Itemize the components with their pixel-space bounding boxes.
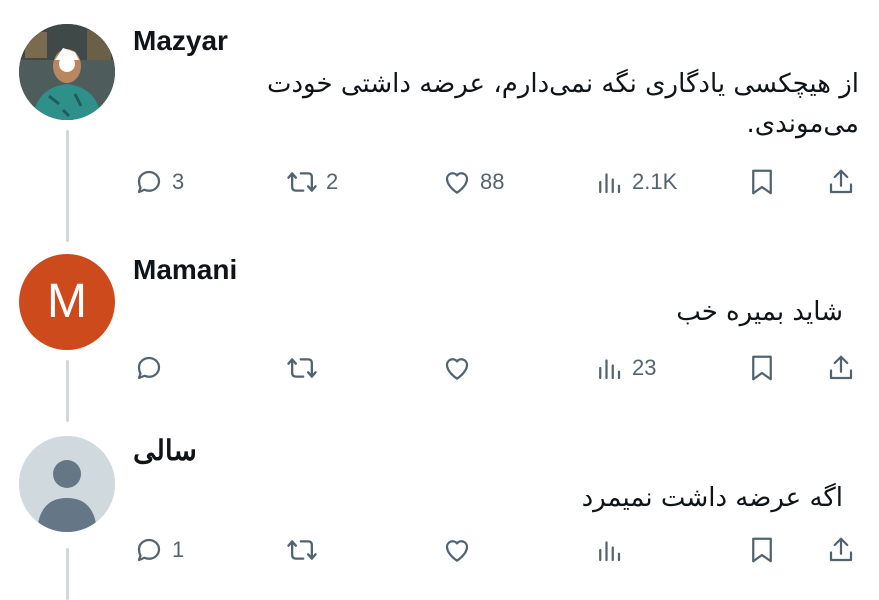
- views-chart-icon: [599, 359, 621, 380]
- tweet-text: اگه عرضه داشت نمیمرد: [582, 478, 843, 518]
- views-button[interactable]: 2.1K: [594, 162, 677, 202]
- share-icon: [829, 537, 853, 562]
- reply-button[interactable]: [134, 348, 172, 388]
- avatar-default[interactable]: [19, 436, 115, 532]
- reply-icon: [137, 538, 161, 562]
- reply-button[interactable]: 3: [134, 162, 184, 202]
- repost-button[interactable]: 2: [286, 162, 338, 202]
- action-bar: 23: [0, 348, 879, 388]
- bookmark-icon: [752, 169, 772, 195]
- avatar-mazyar[interactable]: [19, 24, 115, 120]
- action-bar: 1: [0, 530, 879, 570]
- avatar-initial: M: [47, 275, 87, 328]
- heart-icon: [445, 172, 469, 194]
- profile-photo-icon: [19, 24, 115, 120]
- tweet-text-line: شاید بمیره خب: [676, 297, 843, 327]
- tweet-text-line: از هیچکسی یادگاری نگه نمی‌دارم، عرضه داش…: [267, 69, 859, 99]
- repost-icon: [287, 358, 317, 378]
- reply-count: 3: [172, 169, 185, 194]
- share-icon: [829, 355, 853, 380]
- reply-icon: [137, 356, 161, 380]
- share-button[interactable]: [826, 348, 856, 388]
- repost-button[interactable]: [286, 530, 326, 570]
- tweet-text-line: اگه عرضه داشت نمیمرد: [581, 483, 843, 513]
- views-button[interactable]: [594, 530, 632, 570]
- share-button[interactable]: [826, 162, 856, 202]
- action-bar: 3 2 88 2.1K: [0, 162, 879, 202]
- bookmark-icon: [752, 355, 772, 381]
- reply-icon: [137, 170, 161, 194]
- author-name[interactable]: Mazyar: [133, 24, 228, 58]
- like-button[interactable]: [442, 530, 480, 570]
- views-button[interactable]: 23: [594, 348, 656, 388]
- views-chart-icon: [599, 173, 621, 194]
- heart-icon: [445, 540, 469, 562]
- like-button[interactable]: 88: [442, 162, 504, 202]
- avatar-mamani[interactable]: M: [19, 254, 115, 350]
- reply-count: 1: [172, 537, 185, 562]
- reply-button[interactable]: 1: [134, 530, 184, 570]
- repost-count: 2: [326, 169, 339, 194]
- heart-icon: [445, 358, 469, 380]
- bookmark-button[interactable]: [748, 348, 776, 388]
- views-count: 2.1K: [632, 169, 678, 194]
- bookmark-button[interactable]: [748, 530, 776, 570]
- tweet-text: شاید بمیره خب: [676, 292, 843, 332]
- repost-button[interactable]: [286, 348, 326, 388]
- views-chart-icon: [599, 541, 621, 562]
- author-name[interactable]: Mamani: [133, 253, 237, 287]
- bookmark-button[interactable]: [748, 162, 776, 202]
- bookmark-icon: [752, 537, 772, 563]
- share-icon: [829, 169, 853, 194]
- author-name[interactable]: سالی: [133, 434, 197, 468]
- views-count: 23: [632, 355, 657, 380]
- like-count: 88: [480, 169, 505, 194]
- default-profile-icon: [19, 436, 115, 532]
- repost-icon: [287, 540, 317, 560]
- share-button[interactable]: [826, 530, 856, 570]
- like-button[interactable]: [442, 348, 480, 388]
- tweet-text: از هیچکسی یادگاری نگه نمی‌دارم، عرضه داش…: [267, 64, 859, 144]
- repost-icon: [287, 172, 317, 192]
- tweet-text-line: می‌موندی.: [746, 109, 859, 139]
